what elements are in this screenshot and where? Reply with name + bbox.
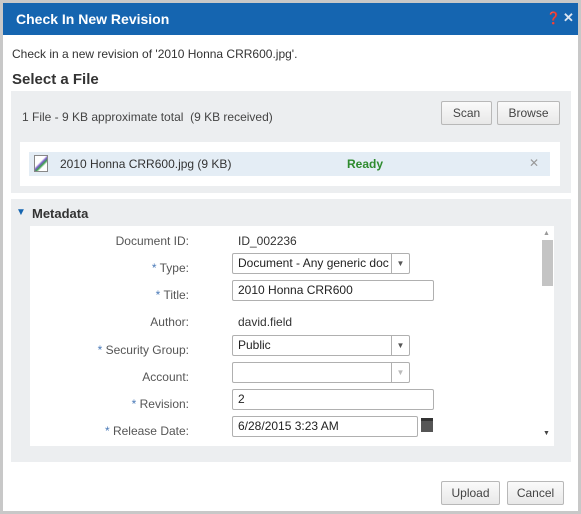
cancel-button[interactable]: Cancel xyxy=(507,481,564,505)
title-label: * Title: xyxy=(155,288,189,302)
check-in-dialog: Check In New Revision ❓ ✕ Check in a new… xyxy=(3,3,578,511)
account-label: Account: xyxy=(142,370,189,384)
intro-text: Check in a new revision of '2010 Honna C… xyxy=(12,47,298,61)
close-icon[interactable]: ✕ xyxy=(563,10,574,26)
security-group-label: * Security Group: xyxy=(97,343,189,357)
chevron-down-icon[interactable]: ▼ xyxy=(391,363,409,382)
author-value: david.field xyxy=(238,315,293,329)
revision-input[interactable]: 2 xyxy=(232,389,434,410)
scrollbar[interactable]: ▲ ▼ xyxy=(540,226,554,446)
scroll-down-icon[interactable]: ▼ xyxy=(543,430,550,437)
scroll-up-icon[interactable]: ▲ xyxy=(543,230,550,237)
file-summary: 1 File - 9 KB approximate total (9 KB re… xyxy=(22,110,273,124)
calendar-icon[interactable] xyxy=(421,418,433,432)
author-label: Author: xyxy=(150,315,189,329)
doc-id-value: ID_002236 xyxy=(238,234,297,248)
chevron-down-icon[interactable]: ▼ xyxy=(391,336,409,355)
file-list: 2010 Honna CRR600.jpg (9 KB) Ready ✕ xyxy=(20,142,560,186)
select-file-heading: Select a File xyxy=(12,71,99,88)
release-date-input[interactable]: 6/28/2015 3:23 AM xyxy=(232,416,418,437)
remove-file-icon[interactable]: ✕ xyxy=(529,156,539,170)
account-select[interactable]: ▼ xyxy=(232,362,410,383)
chevron-down-icon[interactable]: ▼ xyxy=(391,254,409,273)
metadata-form: Document ID: ID_002236 * Type: Document … xyxy=(30,226,540,446)
dialog-title: Check In New Revision xyxy=(16,11,170,27)
type-select[interactable]: Document - Any generic doc ▼ xyxy=(232,253,410,274)
image-file-icon xyxy=(34,155,48,172)
type-label: * Type: xyxy=(151,261,189,275)
file-panel: 1 File - 9 KB approximate total (9 KB re… xyxy=(11,91,571,193)
file-status: Ready xyxy=(347,157,384,171)
release-date-label: * Release Date: xyxy=(104,424,189,438)
title-input[interactable]: 2010 Honna CRR600 xyxy=(232,280,434,301)
security-group-select[interactable]: Public ▼ xyxy=(232,335,410,356)
dialog-header: Check In New Revision ❓ ✕ xyxy=(3,3,578,35)
collapse-triangle-icon[interactable]: ▼ xyxy=(16,207,26,218)
scroll-thumb[interactable] xyxy=(542,240,553,286)
metadata-heading[interactable]: Metadata xyxy=(32,206,88,221)
scan-button[interactable]: Scan xyxy=(441,101,492,125)
doc-id-label: Document ID: xyxy=(115,234,189,248)
file-row[interactable]: 2010 Honna CRR600.jpg (9 KB) Ready ✕ xyxy=(29,152,550,176)
browse-button[interactable]: Browse xyxy=(497,101,560,125)
upload-button[interactable]: Upload xyxy=(441,481,500,505)
revision-label: * Revision: xyxy=(131,397,189,411)
help-icon[interactable]: ❓ xyxy=(546,11,561,25)
file-name: 2010 Honna CRR600.jpg (9 KB) xyxy=(60,157,232,171)
metadata-panel: ▼ Metadata Document ID: ID_002236 * Type… xyxy=(11,199,571,462)
